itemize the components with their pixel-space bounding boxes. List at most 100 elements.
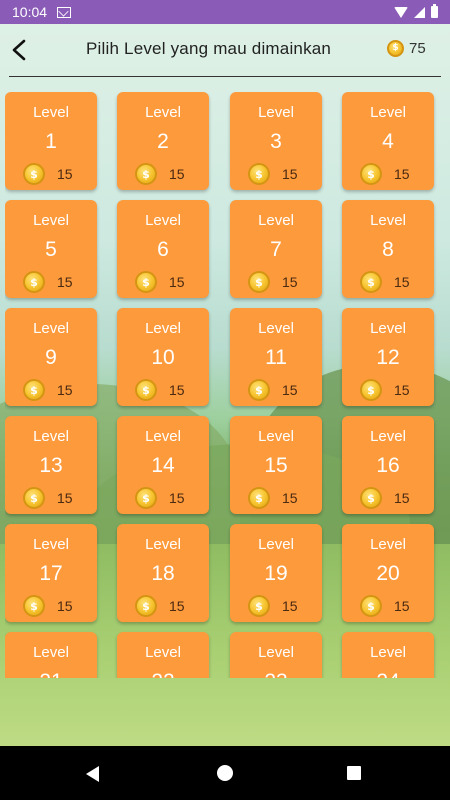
level-cost-value: 15 — [169, 382, 185, 398]
coin-icon: $ — [135, 163, 157, 185]
level-label: Level — [33, 536, 69, 553]
coin-icon: $ — [135, 487, 157, 509]
level-card[interactable]: Level 7 $15 — [230, 200, 322, 298]
level-number: 20 — [376, 562, 400, 585]
level-label: Level — [370, 644, 406, 661]
header-divider — [9, 76, 441, 77]
level-label: Level — [258, 320, 294, 337]
level-label: Level — [370, 104, 406, 121]
back-arrow-icon[interactable] — [8, 38, 32, 62]
level-number: 24 — [342, 670, 434, 678]
level-card[interactable]: Level 14 $15 — [117, 416, 209, 514]
level-number: 6 — [157, 238, 169, 261]
level-cost: $15 — [360, 163, 410, 185]
level-cost-value: 15 — [169, 490, 185, 506]
level-cost: $15 — [23, 379, 73, 401]
level-number: 12 — [376, 346, 400, 369]
signal-icon — [414, 6, 425, 18]
level-card[interactable]: Level 5 $15 — [5, 200, 97, 298]
level-cost: $15 — [360, 379, 410, 401]
level-card[interactable]: Level 10 $15 — [117, 308, 209, 406]
level-label: Level — [33, 212, 69, 229]
nav-recents-icon[interactable] — [347, 766, 361, 780]
level-card[interactable]: Level24$15 — [342, 632, 434, 678]
level-card[interactable]: Level 12 $15 — [342, 308, 434, 406]
level-cost: $15 — [360, 271, 410, 293]
level-cost: $15 — [248, 271, 298, 293]
level-card[interactable]: Level 1 $15 — [5, 92, 97, 190]
level-label: Level — [370, 536, 406, 553]
coin-icon: $ — [23, 271, 45, 293]
mail-icon — [57, 6, 72, 18]
level-cost-value: 15 — [57, 490, 73, 506]
level-card[interactable]: Level 4 $15 — [342, 92, 434, 190]
level-label: Level — [145, 212, 181, 229]
level-cost: $15 — [23, 271, 73, 293]
level-card[interactable]: Level 13 $15 — [5, 416, 97, 514]
level-number: 9 — [45, 346, 57, 369]
level-card[interactable]: Level 8 $15 — [342, 200, 434, 298]
level-label: Level — [33, 104, 69, 121]
level-card[interactable]: Level 20 $15 — [342, 524, 434, 622]
level-card[interactable]: Level22$15 — [117, 632, 209, 678]
level-card[interactable]: Level 2 $15 — [117, 92, 209, 190]
coin-icon: $ — [248, 271, 270, 293]
level-cost-value: 15 — [394, 166, 410, 182]
level-card[interactable]: Level 16 $15 — [342, 416, 434, 514]
coin-balance: $ 75 — [387, 40, 426, 57]
level-cost-value: 15 — [57, 274, 73, 290]
level-label: Level — [258, 644, 294, 661]
status-icons — [394, 4, 438, 18]
coin-icon: $ — [135, 595, 157, 617]
level-number: 8 — [382, 238, 394, 261]
level-cost-value: 15 — [57, 382, 73, 398]
level-select-screen: Pilih Level yang mau dimainkan $ 75 Leve… — [0, 24, 450, 746]
level-number: 19 — [264, 562, 288, 585]
level-label: Level — [145, 320, 181, 337]
level-card[interactable]: Level 17 $15 — [5, 524, 97, 622]
coin-icon: $ — [248, 595, 270, 617]
nav-back-icon[interactable] — [86, 766, 99, 782]
level-card[interactable]: Level 19 $15 — [230, 524, 322, 622]
level-card[interactable]: Level23$15 — [230, 632, 322, 678]
coin-icon: $ — [135, 379, 157, 401]
level-card[interactable]: Level 15 $15 — [230, 416, 322, 514]
level-cost: $15 — [248, 487, 298, 509]
level-card[interactable]: Level 9 $15 — [5, 308, 97, 406]
coin-icon: $ — [23, 163, 45, 185]
coin-icon: $ — [248, 487, 270, 509]
coin-icon: $ — [135, 271, 157, 293]
level-number: 7 — [270, 238, 282, 261]
level-card[interactable]: Level 11 $15 — [230, 308, 322, 406]
level-cost: $15 — [248, 595, 298, 617]
level-label: Level — [258, 212, 294, 229]
level-card[interactable]: Level21$15 — [5, 632, 97, 678]
level-number: 18 — [151, 562, 175, 585]
coin-icon: $ — [360, 487, 382, 509]
coin-icon: $ — [360, 271, 382, 293]
level-card[interactable]: Level 6 $15 — [117, 200, 209, 298]
level-label: Level — [33, 428, 69, 445]
level-cost: $15 — [135, 595, 185, 617]
level-label: Level — [258, 536, 294, 553]
page-title: Pilih Level yang mau dimainkan — [86, 39, 332, 58]
level-cost: $15 — [360, 487, 410, 509]
level-label: Level — [145, 536, 181, 553]
level-number: 2 — [157, 130, 169, 153]
coin-icon: $ — [387, 40, 404, 57]
nav-home-icon[interactable] — [217, 765, 233, 781]
level-cost-value: 15 — [282, 382, 298, 398]
level-cost: $15 — [248, 163, 298, 185]
status-bar: 10:04 — [0, 0, 450, 24]
level-label: Level — [370, 428, 406, 445]
coin-icon: $ — [248, 379, 270, 401]
level-card[interactable]: Level 18 $15 — [117, 524, 209, 622]
level-number: 5 — [45, 238, 57, 261]
level-label: Level — [258, 428, 294, 445]
level-number: 17 — [39, 562, 63, 585]
level-cost-value: 15 — [57, 166, 73, 182]
level-card[interactable]: Level 3 $15 — [230, 92, 322, 190]
level-cost-value: 15 — [282, 490, 298, 506]
level-grid: Level 1 $15 Level 2 $15 Level 3 $15 Level 4 $15 Leve… — [5, 92, 445, 678]
level-cost: $15 — [135, 379, 185, 401]
